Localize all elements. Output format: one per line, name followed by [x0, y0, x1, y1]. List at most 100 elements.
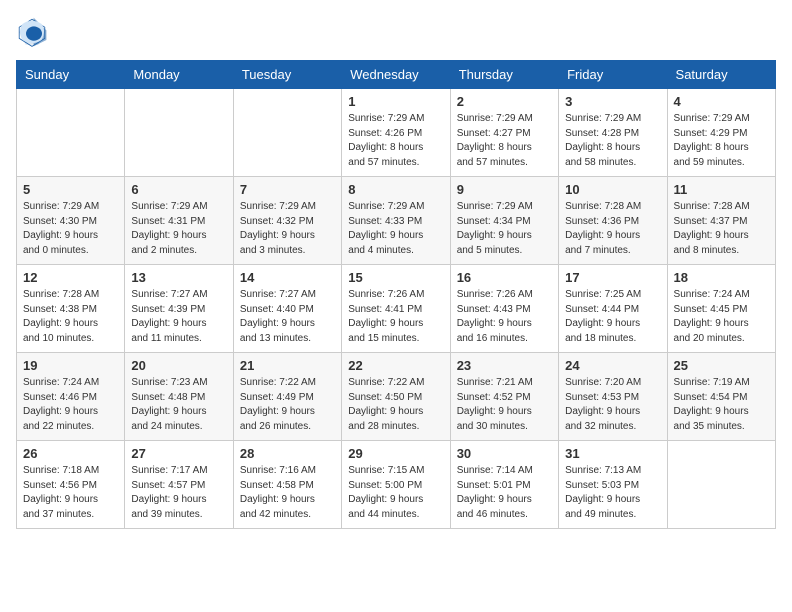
calendar-cell: 9 Sunrise: 7:29 AM Sunset: 4:34 PM Daylig… [450, 177, 558, 265]
calendar-cell: 2 Sunrise: 7:29 AM Sunset: 4:27 PM Daylig… [450, 89, 558, 177]
calendar-week-row: 12 Sunrise: 7:28 AM Sunset: 4:38 PM Dayli… [17, 265, 776, 353]
calendar-week-row: 26Sunrise: 7:18 AM Sunset: 4:56 PM Dayli… [17, 441, 776, 529]
day-info: Sunrise: 7:29 AM Sunset: 4:30 PM Dayligh… [23, 200, 118, 258]
calendar-cell: 10 Sunrise: 7:28 AM Sunset: 4:36 PM Dayli… [559, 177, 667, 265]
day-info: Sunrise: 7:15 AM Sunset: 5:00 PM Dayligh… [348, 464, 443, 522]
calendar-cell: 23 Sunrise: 7:21 AM Sunset: 4:52 PM Dayli… [450, 353, 558, 441]
calendar-week-row: 19 Sunrise: 7:24 AM Sunset: 4:46 PM Dayli… [17, 353, 776, 441]
page-header [16, 16, 776, 48]
day-number: 11 [674, 182, 769, 197]
calendar-cell: 14 Sunrise: 7:27 AM Sunset: 4:40 PM Dayli… [233, 265, 341, 353]
day-info: Sunrise: 7:29 AM Sunset: 4:32 PM Dayligh… [240, 200, 335, 258]
calendar-cell: 19 Sunrise: 7:24 AM Sunset: 4:46 PM Dayli… [17, 353, 125, 441]
calendar-cell [125, 89, 233, 177]
day-info: Sunrise: 7:24 AM Sunset: 4:46 PM Dayligh… [23, 376, 118, 434]
weekday-header-sunday: Sunday [17, 61, 125, 89]
calendar-cell: 22 Sunrise: 7:22 AM Sunset: 4:50 PM Dayli… [342, 353, 450, 441]
calendar-cell: 5 Sunrise: 7:29 AM Sunset: 4:30 PM Daylig… [17, 177, 125, 265]
weekday-header-row: SundayMondayTuesdayWednesdayThursdayFrid… [17, 61, 776, 89]
day-number: 1 [348, 94, 443, 109]
day-info: Sunrise: 7:20 AM Sunset: 4:53 PM Dayligh… [565, 376, 660, 434]
calendar-cell: 8 Sunrise: 7:29 AM Sunset: 4:33 PM Daylig… [342, 177, 450, 265]
calendar-cell: 6 Sunrise: 7:29 AM Sunset: 4:31 PM Daylig… [125, 177, 233, 265]
day-number: 16 [457, 270, 552, 285]
calendar-cell: 11 Sunrise: 7:28 AM Sunset: 4:37 PM Dayli… [667, 177, 775, 265]
calendar-cell: 17 Sunrise: 7:25 AM Sunset: 4:44 PM Dayli… [559, 265, 667, 353]
day-number: 23 [457, 358, 552, 373]
day-number: 31 [565, 446, 660, 461]
calendar-cell: 29 Sunrise: 7:15 AM Sunset: 5:00 PM Dayli… [342, 441, 450, 529]
day-number: 10 [565, 182, 660, 197]
day-info: Sunrise: 7:28 AM Sunset: 4:36 PM Dayligh… [565, 200, 660, 258]
weekday-header-wednesday: Wednesday [342, 61, 450, 89]
weekday-header-saturday: Saturday [667, 61, 775, 89]
calendar-cell: 12 Sunrise: 7:28 AM Sunset: 4:38 PM Dayli… [17, 265, 125, 353]
day-info: Sunrise: 7:26 AM Sunset: 4:41 PM Dayligh… [348, 288, 443, 346]
calendar-cell: 3 Sunrise: 7:29 AM Sunset: 4:28 PM Daylig… [559, 89, 667, 177]
calendar-cell: 16 Sunrise: 7:26 AM Sunset: 4:43 PM Dayli… [450, 265, 558, 353]
day-info: Sunrise: 7:29 AM Sunset: 4:33 PM Dayligh… [348, 200, 443, 258]
calendar-table: SundayMondayTuesdayWednesdayThursdayFrid… [16, 60, 776, 529]
day-info: Sunrise: 7:27 AM Sunset: 4:40 PM Dayligh… [240, 288, 335, 346]
day-number: 28 [240, 446, 335, 461]
day-number: 30 [457, 446, 552, 461]
day-info: Sunrise: 7:21 AM Sunset: 4:52 PM Dayligh… [457, 376, 552, 434]
calendar-cell: 25 Sunrise: 7:19 AM Sunset: 4:54 PM Dayli… [667, 353, 775, 441]
day-number: 25 [674, 358, 769, 373]
day-number: 8 [348, 182, 443, 197]
day-info: Sunrise: 7:26 AM Sunset: 4:43 PM Dayligh… [457, 288, 552, 346]
day-info: Sunrise: 7:14 AM Sunset: 5:01 PM Dayligh… [457, 464, 552, 522]
day-number: 9 [457, 182, 552, 197]
weekday-header-tuesday: Tuesday [233, 61, 341, 89]
day-info: Sunrise: 7:28 AM Sunset: 4:37 PM Dayligh… [674, 200, 769, 258]
calendar-cell: 28 Sunrise: 7:16 AM Sunset: 4:58 PM Dayli… [233, 441, 341, 529]
day-number: 7 [240, 182, 335, 197]
day-info: Sunrise: 7:22 AM Sunset: 4:50 PM Dayligh… [348, 376, 443, 434]
logo [16, 16, 52, 48]
calendar-cell: 1Sunrise: 7:29 AM Sunset: 4:26 PM Daylig… [342, 89, 450, 177]
calendar-cell: 7 Sunrise: 7:29 AM Sunset: 4:32 PM Daylig… [233, 177, 341, 265]
calendar-cell: 4Sunrise: 7:29 AM Sunset: 4:29 PM Daylig… [667, 89, 775, 177]
calendar-cell [667, 441, 775, 529]
day-info: Sunrise: 7:22 AM Sunset: 4:49 PM Dayligh… [240, 376, 335, 434]
day-info: Sunrise: 7:29 AM Sunset: 4:34 PM Dayligh… [457, 200, 552, 258]
day-number: 19 [23, 358, 118, 373]
weekday-header-thursday: Thursday [450, 61, 558, 89]
day-number: 29 [348, 446, 443, 461]
day-number: 18 [674, 270, 769, 285]
day-info: Sunrise: 7:18 AM Sunset: 4:56 PM Dayligh… [23, 464, 118, 522]
calendar-cell: 27Sunrise: 7:17 AM Sunset: 4:57 PM Dayli… [125, 441, 233, 529]
calendar-cell [233, 89, 341, 177]
day-number: 6 [131, 182, 226, 197]
weekday-header-friday: Friday [559, 61, 667, 89]
logo-icon [16, 16, 48, 48]
calendar-cell [17, 89, 125, 177]
day-number: 20 [131, 358, 226, 373]
day-number: 24 [565, 358, 660, 373]
day-number: 27 [131, 446, 226, 461]
day-info: Sunrise: 7:28 AM Sunset: 4:38 PM Dayligh… [23, 288, 118, 346]
weekday-header-monday: Monday [125, 61, 233, 89]
calendar-cell: 21 Sunrise: 7:22 AM Sunset: 4:49 PM Dayli… [233, 353, 341, 441]
day-number: 2 [457, 94, 552, 109]
day-number: 21 [240, 358, 335, 373]
day-info: Sunrise: 7:29 AM Sunset: 4:31 PM Dayligh… [131, 200, 226, 258]
day-number: 13 [131, 270, 226, 285]
calendar-cell: 26Sunrise: 7:18 AM Sunset: 4:56 PM Dayli… [17, 441, 125, 529]
calendar-week-row: 1Sunrise: 7:29 AM Sunset: 4:26 PM Daylig… [17, 89, 776, 177]
day-info: Sunrise: 7:24 AM Sunset: 4:45 PM Dayligh… [674, 288, 769, 346]
day-info: Sunrise: 7:19 AM Sunset: 4:54 PM Dayligh… [674, 376, 769, 434]
day-number: 3 [565, 94, 660, 109]
day-number: 17 [565, 270, 660, 285]
day-info: Sunrise: 7:25 AM Sunset: 4:44 PM Dayligh… [565, 288, 660, 346]
calendar-cell: 20Sunrise: 7:23 AM Sunset: 4:48 PM Dayli… [125, 353, 233, 441]
day-number: 5 [23, 182, 118, 197]
day-number: 14 [240, 270, 335, 285]
day-number: 4 [674, 94, 769, 109]
day-info: Sunrise: 7:29 AM Sunset: 4:28 PM Dayligh… [565, 112, 660, 170]
day-number: 12 [23, 270, 118, 285]
day-number: 22 [348, 358, 443, 373]
calendar-cell: 31Sunrise: 7:13 AM Sunset: 5:03 PM Dayli… [559, 441, 667, 529]
day-info: Sunrise: 7:16 AM Sunset: 4:58 PM Dayligh… [240, 464, 335, 522]
day-info: Sunrise: 7:29 AM Sunset: 4:27 PM Dayligh… [457, 112, 552, 170]
